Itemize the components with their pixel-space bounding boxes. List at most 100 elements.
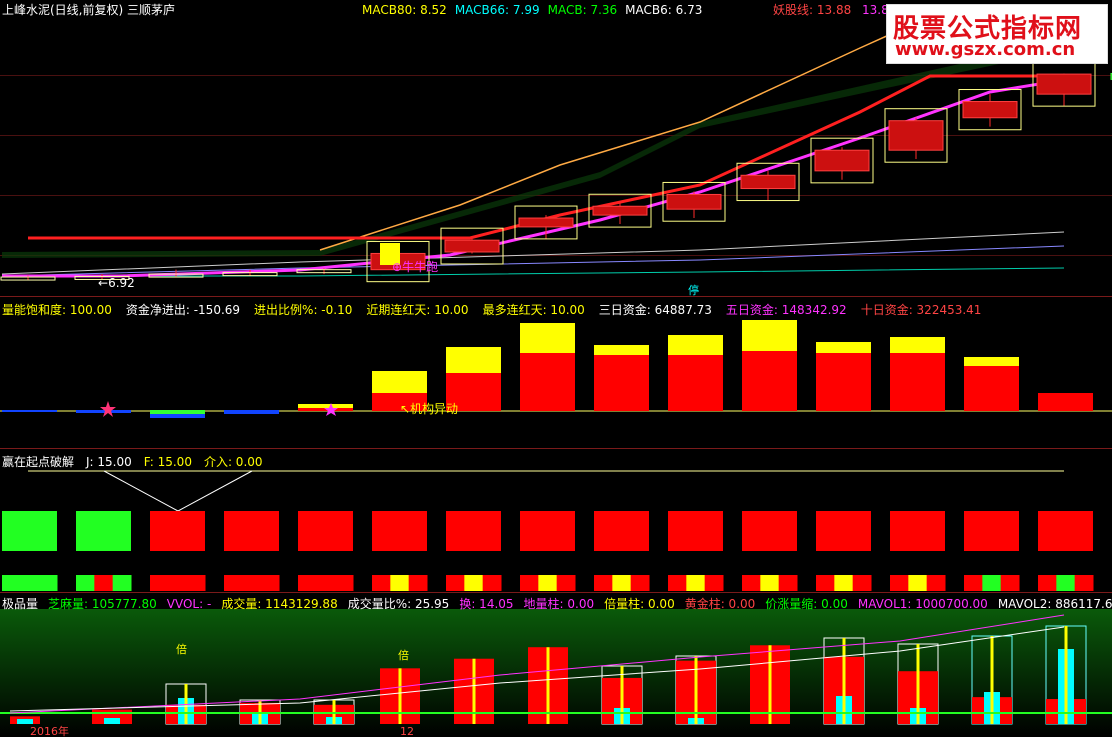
flow-red-bar [668,355,723,411]
vol-stat-10: MAVOL1: 1000700.00 [857,597,988,611]
break-chart[interactable] [0,449,1112,593]
flow-yellow-bar [594,345,649,355]
break-strip [260,575,280,591]
flow-yellow-bar [816,342,871,353]
watermark-url: www.gszx.com.cn [895,39,1076,60]
vol-stat-4: 成交量比%: 25.95 [347,597,450,611]
break-strip [150,575,169,591]
candle-body [888,120,944,151]
break-strip [926,575,946,591]
break-block [520,511,575,551]
indicator-2: MACB: 7.36 [547,3,618,17]
vol-stat-2: VVOL: - [166,597,212,611]
break-strip [372,575,391,591]
flow-neg-bar [2,410,57,412]
break-strip [612,575,632,591]
break-strip [834,575,854,591]
break-strip [778,575,798,591]
bull-annotation: ⊕牛牛跑 [392,260,439,274]
break-strip [852,575,872,591]
break-strip [224,575,243,591]
indicator-3: MACB6: 6.73 [625,3,703,17]
break-strip [594,575,613,591]
break-stat-2: F: 15.00 [143,455,192,469]
break-strip [38,575,58,591]
volume-stats: 极品量 芝麻量: 105777.80 VVOL: - 成交量: 1143129.88 成… [2,595,1112,612]
flow-yellow-bar [372,371,427,393]
volume-panel[interactable]: 倍倍 极品量 芝麻量: 105777.80 VVOL: - 成交量: 1143129.… [0,592,1112,737]
flow-yellow-bar [668,335,723,355]
break-strip [112,575,132,591]
break-strip [76,575,95,591]
demon-line-label: 妖股线: 13.88 [773,3,852,17]
watermark-logo: 股票公式指标网 www.gszx.com.cn [886,4,1108,64]
flow-chart[interactable] [0,297,1112,449]
break-block [150,511,205,551]
stop-badge[interactable]: 停 [688,284,699,296]
flow-neg-bar [76,410,131,413]
break-strip [908,575,928,591]
candle-body [814,149,870,172]
date-mid: 12 [400,725,414,737]
break-block [1038,511,1093,551]
candle-body [962,101,1018,119]
vol-stat-11: MAVOL2: 886117.63 [997,597,1112,611]
vol-stat-1: 芝麻量: 105777.80 [48,597,157,611]
break-strip [520,575,539,591]
break-panel[interactable]: 赢在起点破解 J: 15.00 F: 15.00 介入: 0.00 [0,448,1112,593]
flow-yellow-bar [742,320,797,351]
volume-chart[interactable]: 倍倍 [0,593,1112,737]
price-indicators: MACB80: 8.52 MACB66: 7.99 MACB: 7.36 MACB6:… [362,3,710,17]
break-block [76,511,131,551]
bei-label-1: 倍 [176,642,187,656]
date-left: 2016年 [30,725,69,737]
break-block [594,511,649,551]
flow-red-bar [890,353,945,411]
vol-stat-9: 价涨量缩: 0.00 [765,597,848,611]
break-strip [298,575,317,591]
break-v-line [103,470,253,512]
candle-body [444,239,500,253]
flow-stat-2: 进出比例%: -0.10 [254,303,353,317]
low-price-value: 6.92 [108,276,135,290]
break-block [742,511,797,551]
break-strip [556,575,576,591]
flow-yellow-bar [890,337,945,353]
break-strip [982,575,1002,591]
flow-panel[interactable]: 量能饱和度: 100.00 资金净进出: -150.69 进出比例%: -0.10 近… [0,296,1112,449]
flow-star-1 [100,401,116,417]
flow-neg-bar [224,410,279,414]
flow-stat-5: 三日资金: 64887.73 [598,303,712,317]
vol-stat-5: 换: 14.05 [459,597,514,611]
price-title: 上峰水泥(日线,前复权) 三顺茅庐 [2,3,175,17]
break-stat-3: 介入: 0.00 [203,455,263,469]
break-strip [686,575,706,591]
flow-red-bar [964,366,1019,411]
break-strip [816,575,835,591]
break-strip [408,575,428,591]
break-strip [704,575,724,591]
flow-stats: 量能饱和度: 100.00 资金净进出: -150.69 进出比例%: -0.10 近… [2,301,995,318]
bei-label-2: 倍 [398,648,409,662]
vol-cyan-bar [17,719,33,724]
break-stats: 赢在起点破解 J: 15.00 F: 15.00 介入: 0.00 [2,453,275,470]
vol-cyan-bar [104,718,120,724]
break-strip [1056,575,1076,591]
break-block [816,511,871,551]
ma-line-1 [1,245,1065,277]
flow-red-bar [1038,393,1093,411]
break-strip [630,575,650,591]
candle-body [1036,73,1092,95]
break-block [2,511,57,551]
vol-stat-7: 倍量柱: 0.00 [604,597,675,611]
flow-yellow-bar [964,357,1019,366]
candle-body [592,205,648,216]
flow-neg-green [150,410,205,414]
break-block [372,511,427,551]
flow-yellow-bar [298,404,353,408]
break-strip [668,575,687,591]
vol-stat-0: 极品量 [2,597,39,611]
magenta-line [2,78,1065,278]
break-strip [964,575,983,591]
candle-body [518,217,574,228]
